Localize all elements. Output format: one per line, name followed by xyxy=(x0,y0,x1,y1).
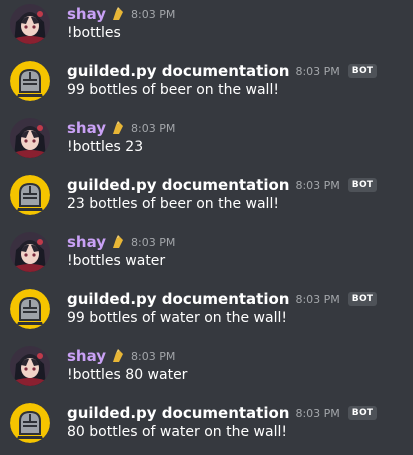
author-name[interactable]: guilded.py documentation xyxy=(67,176,289,194)
message-header: guilded.py documentation 8:03 PM BOT xyxy=(67,174,378,196)
message: guilded.py documentation 8:03 PM BOT 99 … xyxy=(0,57,413,114)
message: guilded.py documentation 8:03 PM BOT 80 … xyxy=(0,399,413,455)
gift-icon xyxy=(111,6,125,22)
user-avatar[interactable] xyxy=(10,118,50,158)
gift-icon xyxy=(111,234,125,250)
gift-icon xyxy=(111,348,125,364)
bot-avatar[interactable] xyxy=(10,175,50,215)
message: guilded.py documentation 8:03 PM BOT 23 … xyxy=(0,171,413,228)
message-content: 80 bottles of water on the wall! xyxy=(67,424,287,440)
bot-badge: BOT xyxy=(347,64,378,78)
author-name[interactable]: shay xyxy=(67,119,106,137)
timestamp: 8:03 PM xyxy=(295,406,340,420)
message-header: shay 8:03 PM xyxy=(67,117,175,139)
message-header: guilded.py documentation 8:03 PM BOT xyxy=(67,288,378,310)
gift-icon xyxy=(111,120,125,136)
message: shay 8:03 PM !bottles 23 xyxy=(0,114,413,171)
message-header: shay 8:03 PM xyxy=(67,345,175,367)
timestamp: 8:03 PM xyxy=(295,292,340,306)
message: shay 8:03 PM !bottles xyxy=(0,0,413,57)
author-name[interactable]: guilded.py documentation xyxy=(67,62,289,80)
bot-badge: BOT xyxy=(347,292,378,306)
message-content: 99 bottles of water on the wall! xyxy=(67,310,287,326)
message: shay 8:03 PM !bottles water xyxy=(0,228,413,285)
message-content: !bottles 80 water xyxy=(67,367,188,383)
timestamp: 8:03 PM xyxy=(295,178,340,192)
message-content: !bottles 23 xyxy=(67,139,144,155)
message-header: shay 8:03 PM xyxy=(67,3,175,25)
message-content: !bottles xyxy=(67,25,121,41)
user-avatar[interactable] xyxy=(10,346,50,386)
author-name[interactable]: shay xyxy=(67,233,106,251)
message: guilded.py documentation 8:03 PM BOT 99 … xyxy=(0,285,413,342)
timestamp: 8:03 PM xyxy=(131,235,176,249)
message-header: guilded.py documentation 8:03 PM BOT xyxy=(67,60,378,82)
bot-avatar[interactable] xyxy=(10,403,50,443)
message: shay 8:03 PM !bottles 80 water xyxy=(0,342,413,399)
timestamp: 8:03 PM xyxy=(131,349,176,363)
message-header: guilded.py documentation 8:03 PM BOT xyxy=(67,402,378,424)
message-content: 99 bottles of beer on the wall! xyxy=(67,82,279,98)
message-content: !bottles water xyxy=(67,253,166,269)
chat-message-list: shay 8:03 PM !bottles guilded.py documen… xyxy=(0,0,413,455)
timestamp: 8:03 PM xyxy=(131,7,176,21)
author-name[interactable]: guilded.py documentation xyxy=(67,404,289,422)
author-name[interactable]: guilded.py documentation xyxy=(67,290,289,308)
user-avatar[interactable] xyxy=(10,4,50,44)
timestamp: 8:03 PM xyxy=(131,121,176,135)
bot-avatar[interactable] xyxy=(10,61,50,101)
author-name[interactable]: shay xyxy=(67,347,106,365)
bot-badge: BOT xyxy=(347,178,378,192)
bot-avatar[interactable] xyxy=(10,289,50,329)
message-content: 23 bottles of beer on the wall! xyxy=(67,196,279,212)
author-name[interactable]: shay xyxy=(67,5,106,23)
bot-badge: BOT xyxy=(347,406,378,420)
message-header: shay 8:03 PM xyxy=(67,231,175,253)
user-avatar[interactable] xyxy=(10,232,50,272)
timestamp: 8:03 PM xyxy=(295,64,340,78)
